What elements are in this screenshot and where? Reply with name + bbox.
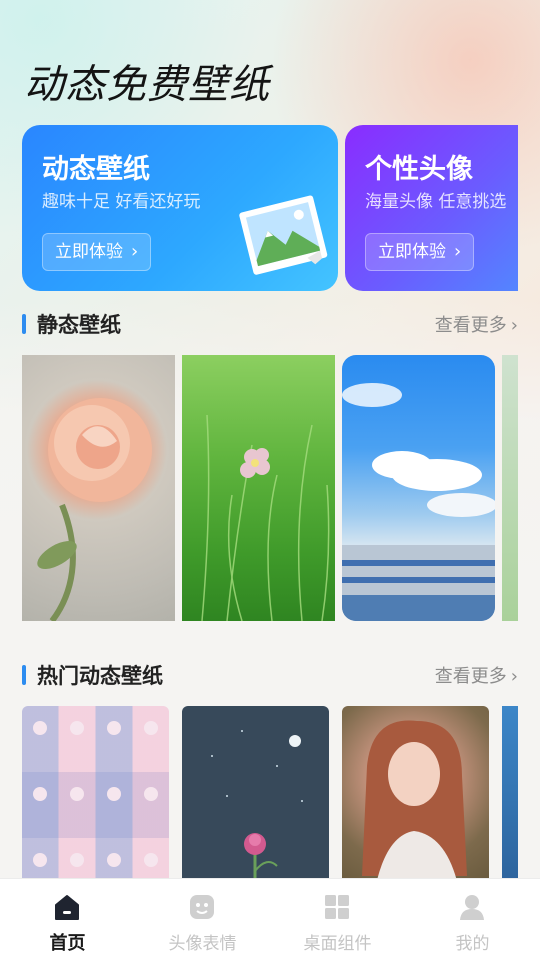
chevron-right-icon: › (510, 666, 518, 687)
try-now-button[interactable]: 立即体验 › (42, 233, 152, 271)
hot-dynamic-wallpaper-list[interactable] (22, 706, 518, 880)
emoji-face-icon (190, 895, 214, 919)
page-title: 动态免费壁纸 (24, 62, 270, 108)
dynamic-wallpaper-card[interactable]: 动态壁纸 趣味十足 好看还好玩 立即体验 › (22, 125, 338, 291)
wallpaper-thumb-sky-building[interactable] (342, 355, 495, 621)
button-label: 立即体验 (55, 242, 123, 262)
tab-label: 头像表情 (168, 934, 237, 954)
tab-label: 我的 (455, 934, 490, 954)
home-icon (55, 895, 79, 920)
section-title: 热门动态壁纸 (37, 664, 163, 688)
chevron-right-icon: › (510, 315, 518, 336)
wallpaper-thumb-portrait[interactable] (342, 706, 489, 880)
chevron-right-icon: › (454, 241, 462, 262)
tab-desktop-widgets[interactable]: 桌面组件 (270, 879, 405, 960)
wallpaper-thumb-rose[interactable] (22, 355, 175, 621)
see-more-label: 查看更多 (434, 666, 507, 687)
wallpaper-thumb-night-flower[interactable] (182, 706, 329, 880)
hot-dynamic-wallpaper-header: 热门动态壁纸 查看更多 › (22, 660, 518, 690)
feature-card-carousel[interactable]: 动态壁纸 趣味十足 好看还好玩 立即体验 › 个性头像 海量头像 任意挑选 立即体… (22, 125, 518, 293)
see-more-link[interactable]: 查看更多 › (435, 662, 518, 688)
static-wallpaper-header: 静态壁纸 查看更多 › (22, 309, 518, 339)
card-subtitle: 海量头像 任意挑选 (365, 192, 507, 212)
section-title: 静态壁纸 (37, 313, 121, 337)
landscape-photo-icon (239, 195, 328, 275)
wallpaper-thumb-grass-flower[interactable] (182, 355, 335, 621)
section-accent-bar (22, 665, 26, 685)
widget-grid-icon (325, 895, 349, 919)
button-label: 立即体验 (378, 242, 446, 262)
tab-mine[interactable]: 我的 (405, 879, 540, 960)
tab-avatar-emoji[interactable]: 头像表情 (135, 879, 270, 960)
tab-home[interactable]: 首页 (0, 879, 135, 960)
section-accent-bar (22, 314, 26, 334)
card-title: 动态壁纸 (42, 154, 150, 185)
try-now-button[interactable]: 立即体验 › (365, 233, 475, 271)
avatar-card[interactable]: 个性头像 海量头像 任意挑选 立即体验 › (345, 125, 518, 291)
person-icon (460, 895, 484, 920)
card-subtitle: 趣味十足 好看还好玩 (42, 192, 201, 212)
card-title: 个性头像 (365, 154, 473, 185)
wallpaper-thumb-partial[interactable] (502, 355, 518, 621)
wallpaper-thumb-partial[interactable] (502, 706, 518, 880)
tab-label: 桌面组件 (303, 934, 372, 954)
chevron-right-icon: › (131, 241, 139, 262)
bottom-tab-bar: 首页 头像表情 桌面组件 我的 (0, 878, 540, 960)
tab-label: 首页 (49, 933, 86, 954)
static-wallpaper-list[interactable] (22, 355, 518, 621)
see-more-label: 查看更多 (434, 315, 507, 336)
wallpaper-thumb-girl-grid[interactable] (22, 706, 169, 880)
see-more-link[interactable]: 查看更多 › (435, 311, 518, 337)
